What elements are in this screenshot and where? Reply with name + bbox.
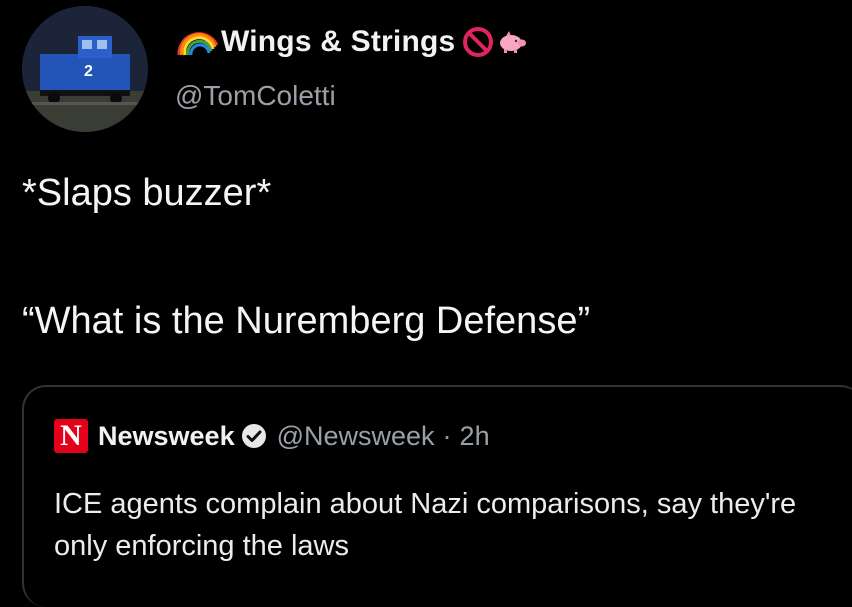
display-name-row[interactable]: Wings & Strings <box>175 22 527 62</box>
no-symbol-icon <box>463 27 494 57</box>
rainbow-icon <box>177 32 219 56</box>
quoted-tweet-text: ICE agents complain about Nazi compariso… <box>54 488 797 562</box>
quoted-handle[interactable]: @Newsweek <box>277 421 435 452</box>
train-image: 2 <box>22 6 148 132</box>
newsweek-logo[interactable]: N <box>54 419 88 453</box>
svg-text:2: 2 <box>84 63 93 80</box>
display-name[interactable]: Wings & Strings <box>221 25 455 59</box>
quoted-display-name[interactable]: Newsweek <box>98 421 235 452</box>
pig-icon <box>500 31 527 53</box>
verified-badge-icon <box>241 424 266 448</box>
meta-separator: · <box>442 420 452 451</box>
tweet-text-line-2: “What is the Nuremberg Defense” <box>22 300 591 342</box>
tweet-text-line-1: *Slaps buzzer* <box>22 172 272 214</box>
tweet[interactable]: 2 Wings & Strings @TomColetti *Slaps buz… <box>0 0 852 607</box>
quoted-tweet-header: N Newsweek @Newsweek · 2h <box>54 419 490 453</box>
quoted-timestamp[interactable]: 2h <box>460 421 490 452</box>
quoted-tweet-card[interactable]: N Newsweek @Newsweek · 2h ICE agents com… <box>22 385 852 607</box>
avatar[interactable]: 2 <box>22 6 148 132</box>
user-handle[interactable]: @TomColetti <box>175 80 336 112</box>
